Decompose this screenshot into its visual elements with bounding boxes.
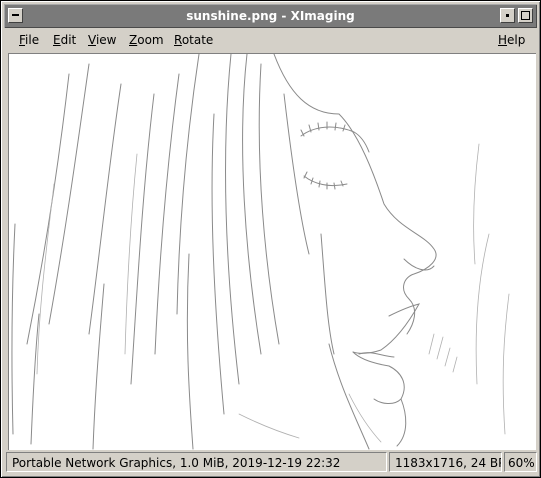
title-bar[interactable]: sunshine.png - XImaging [4, 4, 537, 28]
menu-edit-mnemonic: E [53, 33, 61, 47]
maximize-icon [521, 11, 530, 20]
status-bar: Portable Network Graphics, 1.0 MiB, 2019… [4, 451, 537, 473]
maximize-button[interactable] [518, 8, 533, 23]
menu-zoom-label: oom [137, 33, 164, 47]
menu-file[interactable]: File [19, 29, 39, 51]
menu-rotate[interactable]: Rotate [174, 29, 213, 51]
menu-edit[interactable]: Edit [53, 29, 76, 51]
pencil-sketch-image [11, 54, 510, 450]
menu-bar: File Edit View Zoom Rotate Help [4, 29, 537, 51]
image-viewport[interactable] [8, 53, 536, 450]
minimize-icon [506, 14, 509, 17]
minimize-button[interactable] [500, 8, 515, 23]
menu-zoom[interactable]: Zoom [129, 29, 164, 51]
menu-view-mnemonic: V [88, 33, 96, 47]
menu-help-mnemonic: H [498, 33, 508, 47]
status-file-info: Portable Network Graphics, 1.0 MiB, 2019… [6, 452, 387, 472]
menu-edit-label: dit [60, 33, 77, 47]
status-dimensions: 1183x1716, 24 BPP [389, 452, 502, 472]
status-zoom: 60% [504, 452, 537, 472]
menu-view-label: iew [95, 33, 117, 47]
menu-help-label: elp [507, 33, 526, 47]
menu-rotate-mnemonic: R [174, 33, 182, 47]
window-title: sunshine.png - XImaging [186, 9, 355, 23]
menu-file-label: ile [25, 33, 40, 47]
menu-zoom-mnemonic: Z [129, 33, 138, 47]
menu-rotate-label: otate [181, 33, 214, 47]
menu-help[interactable]: Help [498, 29, 525, 51]
app-window: sunshine.png - XImaging File Edit View Z… [0, 0, 541, 478]
menu-view[interactable]: View [88, 29, 116, 51]
